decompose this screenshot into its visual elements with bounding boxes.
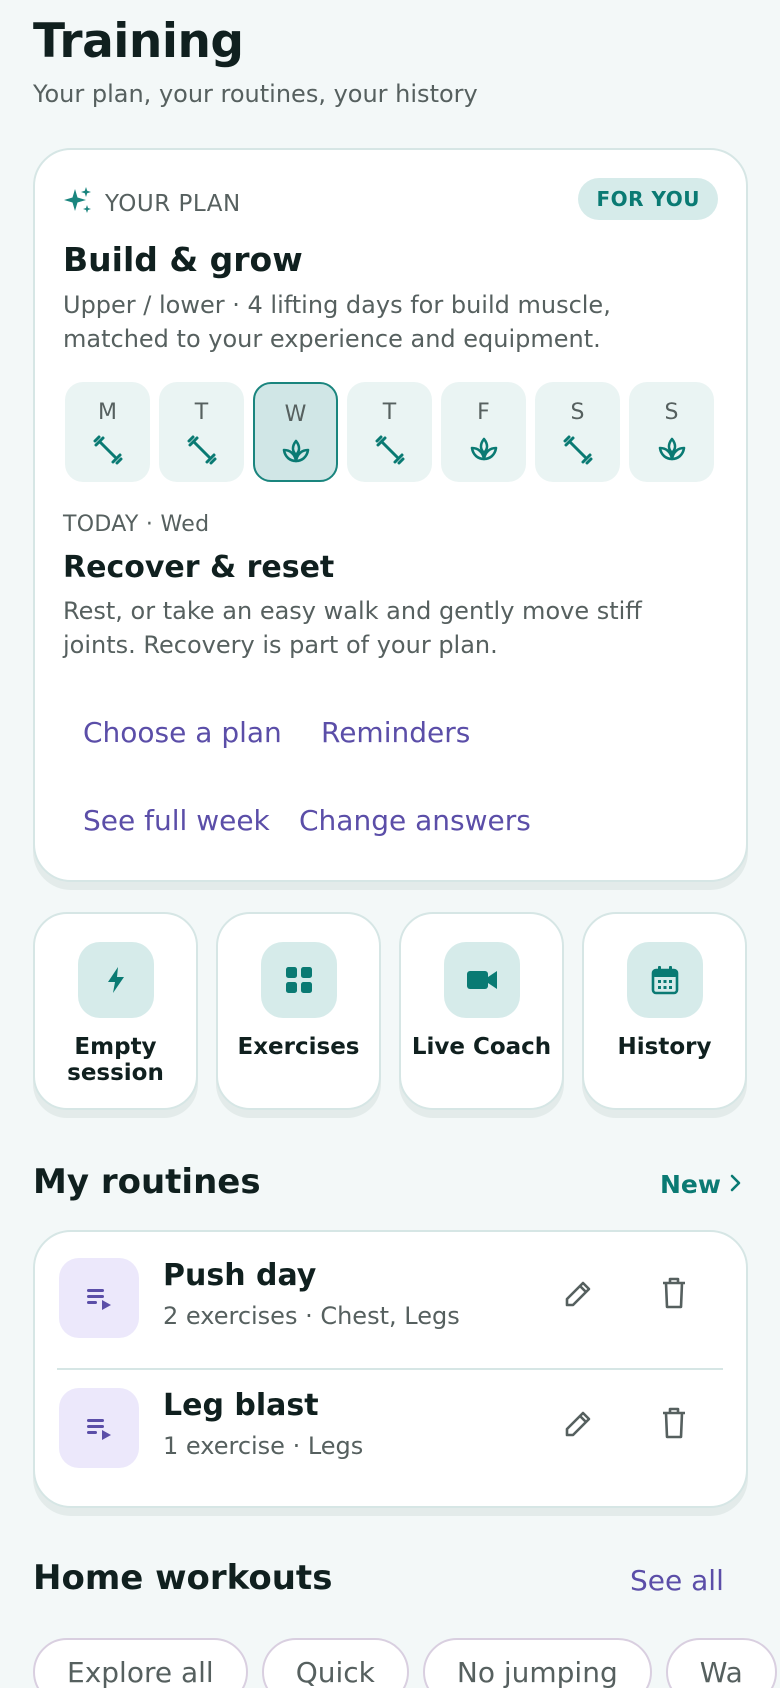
quick-action-empty-session[interactable]: Empty session — [33, 912, 198, 1110]
edit-pencil-icon[interactable] — [562, 1278, 594, 1314]
sparkle-icon — [63, 186, 93, 222]
new-routine-button[interactable]: New — [660, 1170, 743, 1199]
video-camera-icon — [443, 942, 520, 1018]
see-full-week-button[interactable]: See full week — [63, 796, 290, 845]
new-routine-label: New — [660, 1170, 721, 1199]
day-wednesday[interactable]: W — [253, 382, 338, 482]
day-letter: F — [477, 400, 490, 425]
trash-icon[interactable] — [659, 1406, 689, 1444]
day-letter: M — [98, 400, 117, 425]
grid-icon — [260, 942, 337, 1018]
plan-title: Build & grow — [63, 240, 303, 279]
recovery-lotus-icon — [657, 435, 687, 469]
routines-card: Push day 2 exercises · Chest, Legs Leg b… — [33, 1230, 748, 1508]
today-description: Rest, or take an easy walk and gently mo… — [63, 597, 642, 659]
day-monday[interactable]: M — [65, 382, 150, 482]
day-letter: T — [382, 400, 397, 425]
quick-action-history[interactable]: History — [582, 912, 747, 1110]
day-friday[interactable]: F — [441, 382, 526, 482]
dumbbell-icon — [187, 435, 217, 469]
see-all-button[interactable]: See all — [630, 1564, 724, 1597]
routine-meta: 1 exercise · Legs — [163, 1432, 364, 1460]
edit-pencil-icon[interactable] — [562, 1408, 594, 1444]
playlist-icon — [59, 1388, 139, 1468]
routine-name: Push day — [163, 1258, 317, 1293]
day-letter: W — [284, 402, 307, 427]
quick-action-label: History — [617, 1034, 712, 1060]
chip-partial[interactable]: Wa — [665, 1638, 777, 1688]
bolt-icon — [77, 942, 154, 1018]
quick-action-label: Live Coach — [411, 1034, 552, 1060]
recovery-lotus-icon — [469, 435, 499, 469]
today-label: TODAY · Wed — [63, 512, 210, 537]
routines-section-title: My routines — [33, 1162, 261, 1202]
dumbbell-icon — [563, 435, 593, 469]
quick-action-live-coach[interactable]: Live Coach — [399, 912, 564, 1110]
calendar-icon — [626, 942, 703, 1018]
home-workouts-title: Home workouts — [33, 1558, 333, 1598]
trash-icon[interactable] — [659, 1276, 689, 1314]
change-answers-button[interactable]: Change answers — [279, 796, 551, 845]
quick-action-exercises[interactable]: Exercises — [216, 912, 381, 1110]
page-subtitle: Your plan, your routines, your history — [33, 80, 478, 108]
for-you-badge: FOR YOU — [578, 178, 718, 220]
day-thursday[interactable]: T — [347, 382, 432, 482]
today-title: Recover & reset — [63, 550, 335, 585]
plan-label: YOUR PLAN — [105, 191, 241, 217]
week-strip: M T W T F S S — [65, 382, 714, 482]
day-saturday[interactable]: S — [535, 382, 620, 482]
reminders-button[interactable]: Reminders — [301, 708, 490, 757]
day-sunday[interactable]: S — [629, 382, 714, 482]
routine-meta: 2 exercises · Chest, Legs — [163, 1302, 460, 1330]
day-tuesday[interactable]: T — [159, 382, 244, 482]
page-title: Training — [33, 14, 244, 69]
workout-filter-chips: Explore all Quick No jumping Wa — [33, 1638, 777, 1688]
chip-no-jumping[interactable]: No jumping — [422, 1638, 652, 1688]
recovery-lotus-icon — [281, 437, 311, 471]
day-letter: T — [194, 400, 209, 425]
routine-item[interactable]: Push day 2 exercises · Chest, Legs — [57, 1240, 727, 1350]
playlist-icon — [59, 1258, 139, 1338]
routine-name: Leg blast — [163, 1388, 319, 1423]
quick-action-label: Empty session — [67, 1034, 164, 1086]
quick-action-label: Exercises — [237, 1034, 360, 1060]
dumbbell-icon — [93, 435, 123, 469]
plan-description: Upper / lower · 4 lifting days for build… — [63, 291, 611, 353]
chip-quick[interactable]: Quick — [261, 1638, 409, 1688]
day-letter: S — [664, 400, 679, 425]
chip-explore-all[interactable]: Explore all — [33, 1638, 248, 1688]
plan-header: YOUR PLAN — [63, 186, 241, 222]
dumbbell-icon — [375, 435, 405, 469]
routine-item[interactable]: Leg blast 1 exercise · Legs — [57, 1370, 727, 1480]
day-letter: S — [570, 400, 585, 425]
chevron-right-icon — [729, 1170, 743, 1199]
plan-card: YOUR PLAN FOR YOU Build & grow Upper / l… — [33, 148, 748, 882]
choose-plan-button[interactable]: Choose a plan — [63, 708, 302, 757]
